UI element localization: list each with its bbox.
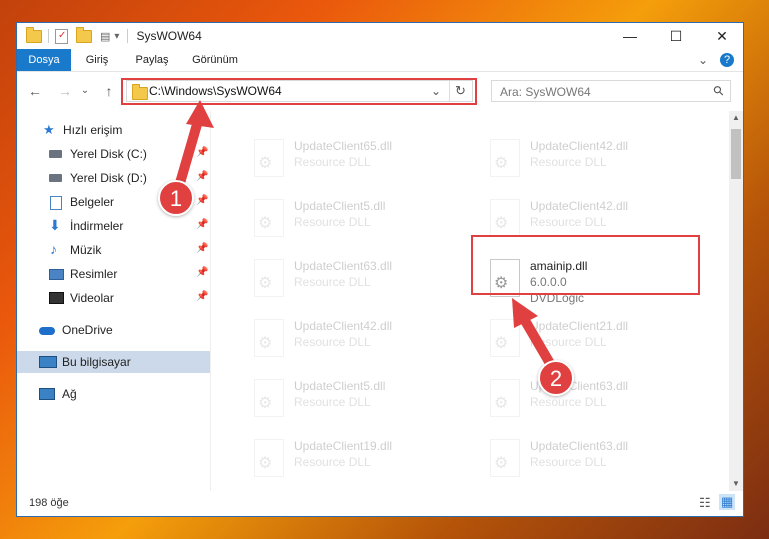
annotation-arrows [173,100,560,377]
step-2-badge: 2 [538,360,574,396]
step-1-badge: 1 [158,180,194,216]
arrow-1-head [186,100,214,128]
